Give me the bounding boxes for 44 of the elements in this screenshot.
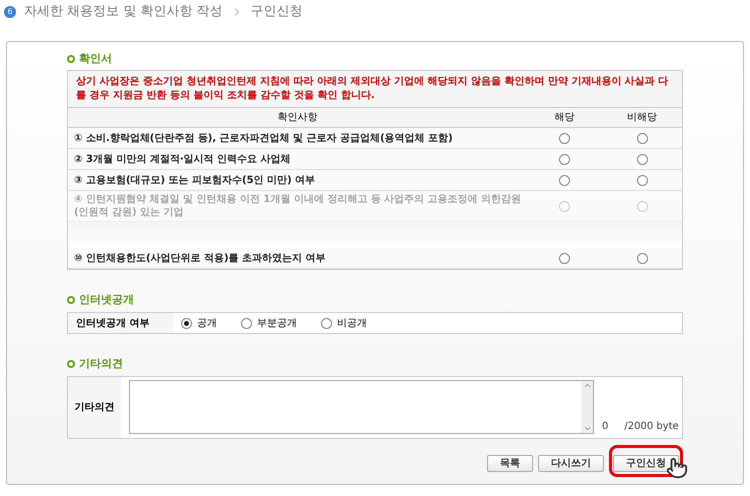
question-text: ③ 고용보험(대규모) 또는 피보험자수(5인 미만) 여부: [73, 174, 316, 186]
radio-button[interactable]: [559, 174, 570, 186]
field-label: 기타의견: [68, 377, 121, 438]
radio-button[interactable]: [321, 318, 332, 328]
bullet-icon: [67, 55, 75, 63]
scroll-down-icon[interactable]: [582, 424, 592, 433]
form-button[interactable]: 다시쓰기: [538, 455, 604, 472]
bullet-icon: [67, 296, 75, 304]
question-text: ① 소비.향락업체(단란주점 등), 근로자파견업체 및 근로자 공급업체(용역업체 포함): [73, 132, 454, 144]
step-badge: 6: [4, 6, 16, 18]
byte-limit: /2000 byte: [624, 420, 679, 434]
form-button[interactable]: 목록: [487, 455, 533, 472]
radio-label: 부분공개: [257, 316, 297, 330]
column-header: 비해당: [626, 111, 658, 125]
section-heading: 인터넷공개: [79, 292, 134, 308]
notice-text: 상기 사업장은 중소기업 청년취업인턴제 지침에 따라 아래의 제외대상 기업에 해당되지 않음을 확인하며 만약 기재내용이 사실과 다를 경우 지원금 반환 등의 불이익 조치를 감수할 것을 확인 합니다.: [68, 71, 682, 108]
radio-button[interactable]: [559, 252, 570, 264]
radio-button[interactable]: [559, 132, 570, 144]
breadcrumb-item: 자세한 채용정보 및 확인사항 작성: [24, 3, 223, 22]
bullet-icon: [67, 360, 75, 368]
question-text: ④ 인턴지원협약 체결일 및 인턴채용 이전 1개월 이내에 정리해고 등 사업주의 고용조정에 의한감원(인원적 감원) 있는 기업: [73, 193, 522, 219]
section-heading: 확인서: [79, 50, 112, 67]
scrollbar[interactable]: [581, 381, 593, 433]
radio-button[interactable]: [636, 132, 648, 144]
radio-label: 공개: [197, 316, 217, 330]
radio-label: 비공개: [337, 316, 367, 330]
byte-count: 0: [602, 420, 608, 434]
scroll-up-icon[interactable]: [582, 381, 592, 390]
radio-button[interactable]: [181, 318, 192, 328]
form-button[interactable]: 구인신청: [613, 455, 679, 472]
question-text: ② 3개월 미만의 계절적·일시적 인력수요 사업체: [73, 152, 292, 166]
radio-button[interactable]: [636, 154, 648, 164]
opinion-textarea[interactable]: [129, 380, 594, 434]
column-header: 해당: [554, 111, 576, 125]
breadcrumb-item: 구인신청: [250, 3, 303, 22]
radio-button[interactable]: [636, 174, 648, 186]
field-label: 인터넷공개 여부: [68, 313, 173, 333]
column-header: 확인사항: [276, 111, 318, 125]
hand-cursor-icon: [666, 456, 688, 480]
section-heading: 기타의견: [79, 356, 123, 372]
radio-button[interactable]: [559, 154, 570, 164]
radio-button[interactable]: [636, 252, 648, 264]
radio-button[interactable]: [241, 318, 252, 328]
question-text: ⑩ 인턴채용한도(사업단위로 적용)를 초과하였는지 여부: [73, 252, 327, 264]
